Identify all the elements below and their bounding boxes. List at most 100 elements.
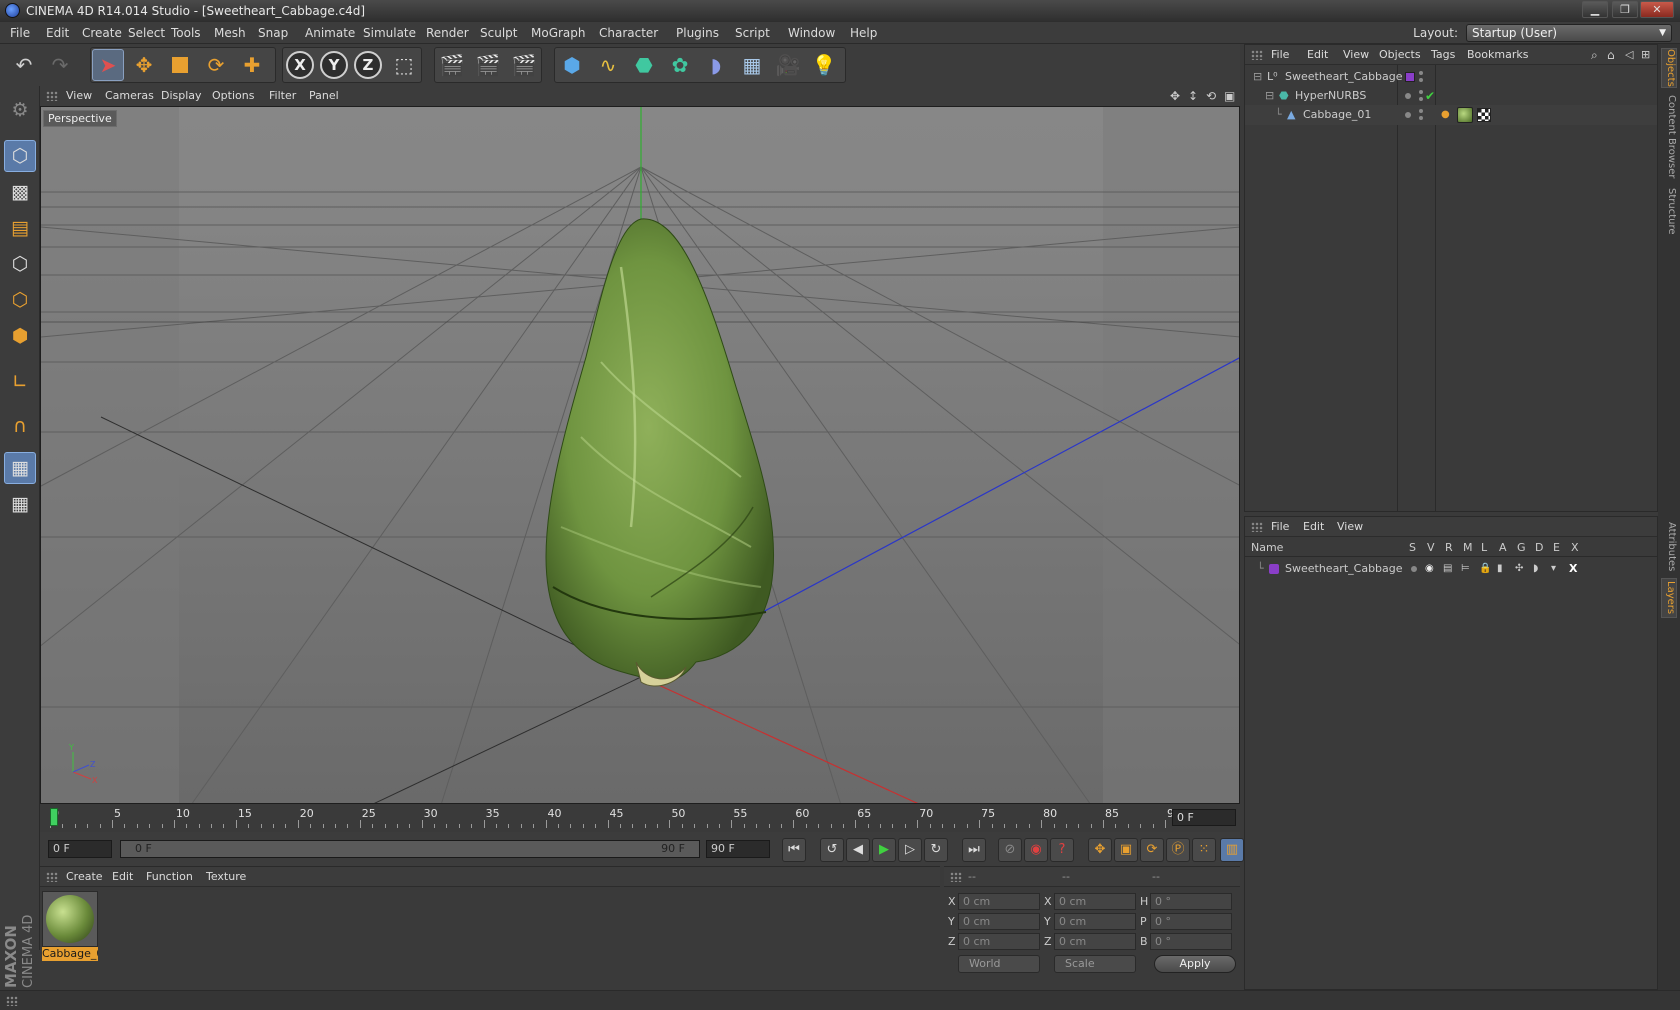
layer-menu-edit[interactable]: Edit xyxy=(1303,517,1324,537)
menu-mograph[interactable]: MoGraph xyxy=(531,22,586,44)
parameter-key-button[interactable]: Ⓟ xyxy=(1166,838,1190,862)
max-frame-field[interactable]: 90 F xyxy=(706,840,770,858)
back-icon[interactable]: ◁ xyxy=(1625,45,1633,65)
menu-help[interactable]: Help xyxy=(850,22,877,44)
cube-button[interactable]: ⬢ xyxy=(556,49,588,81)
orbit-icon[interactable]: ⟲ xyxy=(1206,86,1216,106)
eye-icon[interactable]: ◉ xyxy=(1425,559,1434,579)
move-button[interactable]: ✥ xyxy=(128,49,160,81)
collapse-icon[interactable]: ⊟ xyxy=(1265,86,1274,106)
menu-simulate[interactable]: Simulate xyxy=(363,22,416,44)
preview-range-slider[interactable]: 0 F 90 F xyxy=(120,840,700,858)
polygons-mode-button[interactable]: ⬢ xyxy=(4,320,36,352)
timeline-button[interactable]: ▥ xyxy=(1220,838,1244,862)
workplane-lock-button[interactable]: ▦ xyxy=(4,452,36,484)
panel-grip[interactable] xyxy=(950,872,962,882)
search-icon[interactable]: ⌕ xyxy=(1591,45,1598,65)
rotation-b-field[interactable]: 0 ° xyxy=(1150,933,1232,950)
tab-objects[interactable]: Objects xyxy=(1661,48,1677,88)
lock-icon[interactable]: 🔒 xyxy=(1479,559,1491,579)
nurbs-button[interactable]: ⬣ xyxy=(628,49,660,81)
viewport-perspective[interactable]: Y X Z Perspective xyxy=(40,106,1240,804)
col-generators[interactable]: G xyxy=(1517,539,1526,557)
spline-button[interactable]: ∿ xyxy=(592,49,624,81)
menu-animate[interactable]: Animate xyxy=(305,22,355,44)
col-render[interactable]: R xyxy=(1445,539,1453,557)
menu-edit[interactable]: Edit xyxy=(46,22,69,44)
timeline-current-frame-field[interactable]: 0 F xyxy=(1172,809,1236,826)
viewport-menu-options[interactable]: Options xyxy=(212,86,254,106)
axis-x-button[interactable]: X xyxy=(286,51,314,79)
object-menu-edit[interactable]: Edit xyxy=(1307,45,1328,65)
zoom-icon[interactable]: ↕ xyxy=(1188,86,1198,106)
expression-icon[interactable]: ▾ xyxy=(1551,559,1556,579)
editor-visibility-dot[interactable] xyxy=(1419,90,1423,94)
rotation-p-field[interactable]: 0 ° xyxy=(1150,913,1232,930)
points-mode-button[interactable]: ⬡ xyxy=(4,248,36,280)
col-manager[interactable]: M xyxy=(1463,539,1473,557)
camera-button[interactable]: 🎥 xyxy=(772,49,804,81)
keyframe-selection-button[interactable]: ? xyxy=(1050,838,1074,862)
layer-row-sweetheart-cabbage[interactable]: └ Sweetheart_Cabbage ◉ ▤ ⊨ 🔒 ▮ ✣ ◗ ▾ X xyxy=(1245,559,1657,579)
object-menu-file[interactable]: File xyxy=(1271,45,1289,65)
menu-snap[interactable]: Snap xyxy=(258,22,288,44)
deformer-icon[interactable]: ◗ xyxy=(1533,559,1538,579)
next-key-button[interactable]: ↻ xyxy=(924,838,948,862)
object-row-cabbage-01[interactable]: └ ▲ Cabbage_01 ● xyxy=(1245,105,1657,125)
layout-dropdown[interactable]: Startup (User) ▼ xyxy=(1466,24,1672,42)
layer-menu-file[interactable]: File xyxy=(1271,517,1289,537)
menu-file[interactable]: File xyxy=(10,22,30,44)
menu-sculpt[interactable]: Sculpt xyxy=(480,22,517,44)
viewport-menu-view[interactable]: View xyxy=(66,86,92,106)
coordinate-mode-dropdown[interactable]: World xyxy=(958,955,1040,973)
position-y-field[interactable]: 0 cm xyxy=(958,913,1040,930)
previous-key-button[interactable]: ↺ xyxy=(820,838,844,862)
render-view-button[interactable]: 🎬 xyxy=(436,49,468,81)
col-expressions[interactable]: E xyxy=(1553,539,1560,557)
col-xrefs[interactable]: X xyxy=(1571,539,1579,557)
object-menu-view[interactable]: View xyxy=(1343,45,1369,65)
light-button[interactable]: 💡 xyxy=(808,49,840,81)
menu-plugins[interactable]: Plugins xyxy=(676,22,719,44)
object-menu-bookmarks[interactable]: Bookmarks xyxy=(1467,45,1528,65)
menu-character[interactable]: Character xyxy=(599,22,658,44)
minimize-button[interactable]: ▁ xyxy=(1582,1,1608,18)
material-menu-function[interactable]: Function xyxy=(146,867,193,887)
material-tag-icon[interactable] xyxy=(1457,107,1473,123)
autokey-button[interactable]: ◉ xyxy=(1024,838,1048,862)
new-panel-icon[interactable]: ⊞ xyxy=(1641,45,1650,65)
array-button[interactable]: ✿ xyxy=(664,49,696,81)
viewport-menu-panel[interactable]: Panel xyxy=(309,86,339,106)
floor-button[interactable]: ▦ xyxy=(736,49,768,81)
enabled-check-icon[interactable]: ✔ xyxy=(1425,86,1435,106)
tab-attributes[interactable]: Attributes xyxy=(1661,522,1677,572)
solo-toggle[interactable] xyxy=(1411,566,1417,572)
col-animation[interactable]: A xyxy=(1499,539,1507,557)
size-x-field[interactable]: 0 cm xyxy=(1054,893,1136,910)
render-visibility-dot[interactable] xyxy=(1419,78,1423,82)
xref-icon[interactable]: X xyxy=(1569,559,1577,579)
editor-visibility-dot[interactable] xyxy=(1419,71,1423,75)
object-menu-objects[interactable]: Objects xyxy=(1379,45,1421,65)
next-frame-button[interactable]: ▷ xyxy=(898,838,922,862)
play-button[interactable]: ▶ xyxy=(872,838,896,862)
layer-color-swatch[interactable] xyxy=(1405,72,1415,82)
layer-dot[interactable] xyxy=(1405,93,1411,99)
viewport-menu-filter[interactable]: Filter xyxy=(269,86,296,106)
layer-menu-view[interactable]: View xyxy=(1337,517,1363,537)
axis-mode-button[interactable]: ∟ xyxy=(4,366,36,398)
panel-grip[interactable] xyxy=(46,872,58,882)
axis-z-button[interactable]: Z xyxy=(354,51,382,79)
rotation-key-button[interactable]: ⟳ xyxy=(1140,838,1164,862)
point-level-key-button[interactable]: ⁙ xyxy=(1192,838,1216,862)
panel-grip[interactable] xyxy=(6,996,18,1006)
menu-window[interactable]: Window xyxy=(788,22,835,44)
object-row-sweetheart-cabbage[interactable]: ⊟ L⁰ Sweetheart_Cabbage xyxy=(1245,67,1657,87)
model-mode-button[interactable]: ⬡ xyxy=(4,140,36,172)
size-y-field[interactable]: 0 cm xyxy=(1054,913,1136,930)
tab-layers[interactable]: Layers xyxy=(1661,578,1677,618)
render-visibility-dot[interactable] xyxy=(1419,116,1423,120)
viewport-menu-display[interactable]: Display xyxy=(161,86,202,106)
size-z-field[interactable]: 0 cm xyxy=(1054,933,1136,950)
film-strip-icon[interactable]: ▮ xyxy=(1497,559,1503,579)
